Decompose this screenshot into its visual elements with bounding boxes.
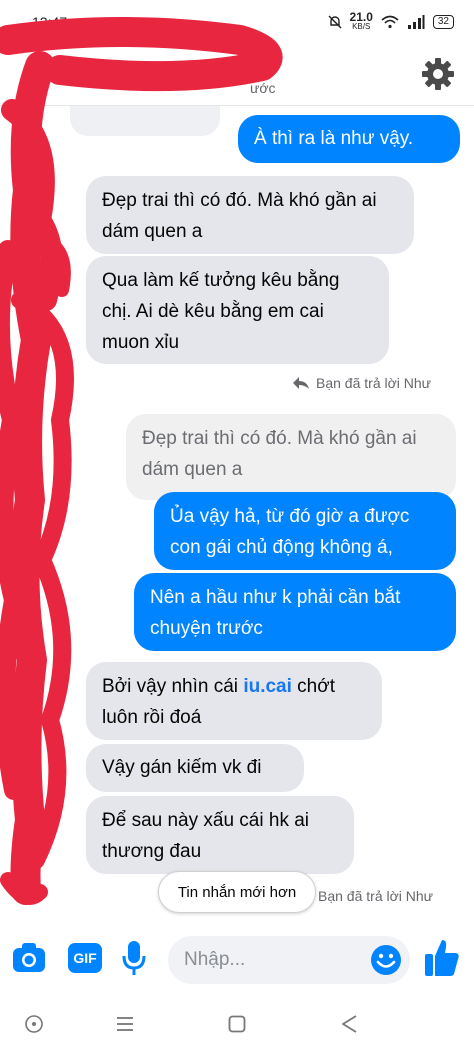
- previous-bubble-edge: [70, 106, 220, 136]
- mention-link[interactable]: iu.cai: [243, 676, 292, 697]
- composer-bar: GIF Nhập...: [0, 926, 474, 994]
- status-icons: 21.0 KB/S 32: [328, 10, 454, 32]
- message-outgoing[interactable]: Ủa vậy hả, từ đó giờ a được con gái chủ …: [154, 492, 456, 570]
- reply-indicator: Bạn đã trả lời Như: [318, 888, 434, 904]
- message-input-placeholder: Nhập...: [184, 949, 246, 970]
- wifi-icon: [381, 15, 399, 29]
- nav-home-icon[interactable]: [24, 1014, 44, 1034]
- nav-back-icon[interactable]: [340, 1014, 358, 1034]
- conversation-header: ước: [0, 44, 474, 106]
- gif-button[interactable]: GIF: [68, 943, 102, 973]
- network-speed: 21.0 KB/S: [349, 10, 373, 31]
- message-outgoing[interactable]: Nên a hầu như k phải cần bắt chuyện trướ…: [134, 573, 456, 651]
- battery-indicator: 32: [432, 15, 454, 29]
- status-bar: 12:47 21.0 KB/S 32: [0, 0, 474, 44]
- message-incoming[interactable]: Vậy gán kiếm vk đi: [86, 744, 304, 792]
- message-incoming[interactable]: Đẹp trai thì có đó. Mà khó gần ai dám qu…: [86, 176, 414, 254]
- newer-messages-button[interactable]: Tin nhắn mới hơn: [158, 871, 316, 913]
- status-time: 12:47: [32, 14, 68, 30]
- mute-bell-icon: [328, 15, 342, 29]
- message-input[interactable]: Nhập...: [168, 936, 410, 984]
- signal-icon: [407, 15, 425, 29]
- quoted-message[interactable]: Đẹp trai thì có đó. Mà khó gần ai dám qu…: [126, 414, 456, 500]
- message-incoming[interactable]: Bởi vậy nhìn cái iu.cai chớt luôn rồi đo…: [86, 662, 382, 740]
- nav-recent-icon[interactable]: [116, 1016, 134, 1032]
- thumbs-up-icon[interactable]: [424, 938, 460, 978]
- header-subtitle: ước: [250, 80, 276, 96]
- settings-gear-icon[interactable]: [420, 56, 456, 92]
- message-incoming[interactable]: Để sau này xấu cái hk ai thương đau: [86, 796, 354, 874]
- system-navigation-bar: [0, 994, 474, 1053]
- message-outgoing[interactable]: À thì ra là như vậy.: [238, 115, 460, 163]
- reply-indicator: Bạn đã trả lời Như: [292, 375, 431, 391]
- camera-icon[interactable]: [12, 942, 46, 974]
- microphone-icon[interactable]: [122, 940, 146, 976]
- nav-square-icon[interactable]: [228, 1015, 246, 1033]
- message-incoming[interactable]: Qua làm kế tưởng kêu bằng chị. Ai dè kêu…: [86, 256, 389, 364]
- emoji-icon[interactable]: [370, 944, 402, 976]
- reply-arrow-icon: [293, 377, 309, 389]
